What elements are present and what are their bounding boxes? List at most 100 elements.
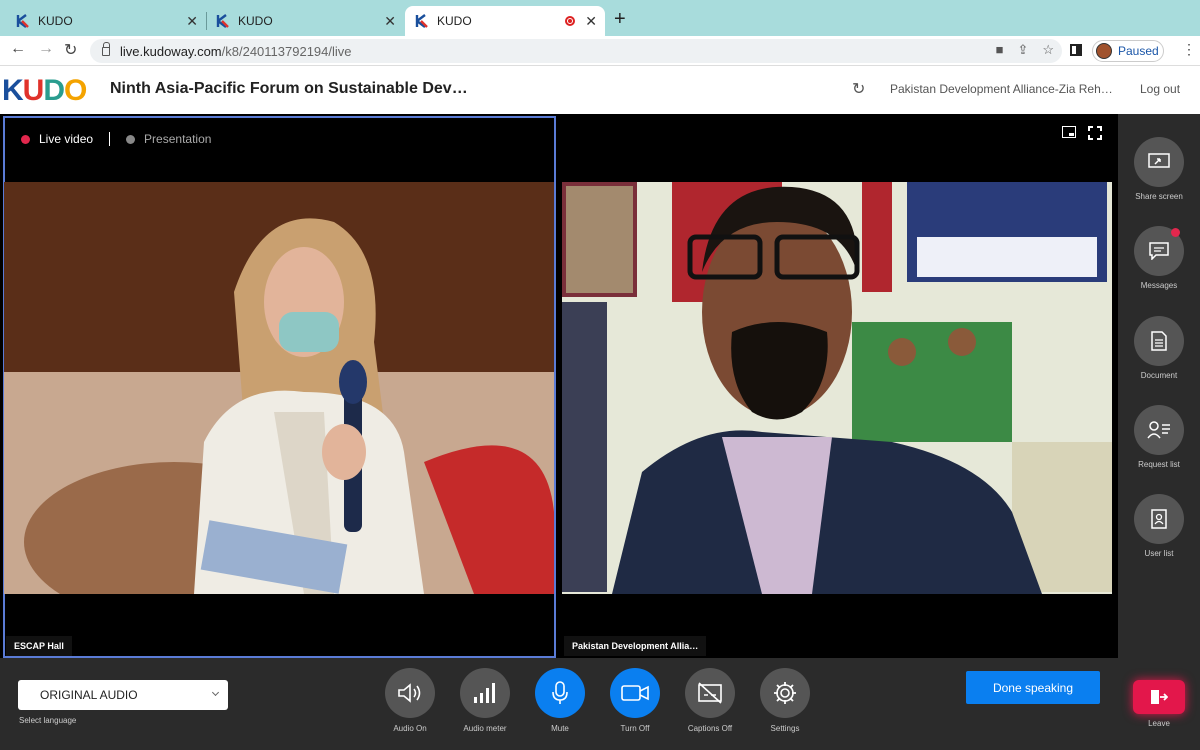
speaker-icon — [398, 683, 421, 703]
right-sidebar: Share screen Messages Document Request l… — [1118, 114, 1200, 750]
done-speaking-button[interactable]: Done speaking — [966, 671, 1100, 704]
language-label: Select language — [19, 716, 77, 725]
url-host: live.kudoway.com — [120, 43, 222, 59]
address-bar-icons: ■ ⇪ ☆ — [996, 42, 1054, 58]
request-list-icon[interactable] — [1134, 405, 1184, 455]
mode-divider — [109, 132, 111, 146]
control-label: Captions Off — [687, 724, 733, 733]
audio-on-control[interactable]: Audio On — [375, 668, 445, 733]
back-arrow-icon[interactable]: ← — [10, 40, 26, 58]
browser-tab-strip: KUDO ✕ KUDO ✕ KUDO ✕ + — [0, 0, 1200, 36]
unread-badge — [1171, 228, 1180, 237]
user-list-icon[interactable] — [1134, 494, 1184, 544]
tab-title: KUDO — [437, 14, 472, 28]
share-screen-icon[interactable] — [1134, 137, 1184, 187]
sidebar-item-request-list[interactable]: Request list — [1118, 405, 1200, 469]
mute-control[interactable]: Mute — [525, 668, 595, 733]
language-value: ORIGINAL AUDIO — [40, 688, 138, 702]
camera-blocked-icon[interactable]: ■ — [996, 42, 1004, 58]
sidebar-item-share-screen[interactable]: Share screen — [1118, 137, 1200, 201]
control-label: Mute — [551, 724, 569, 733]
presentation-dot-icon — [126, 134, 136, 144]
browser-toolbar: ← → ↻ live.kudoway.com/k8/240113792194/l… — [0, 36, 1200, 66]
browser-tab-2[interactable]: KUDO ✕ — [206, 6, 404, 36]
control-label: Turn Off — [620, 724, 650, 733]
sidebar-item-document[interactable]: Document — [1118, 316, 1200, 380]
browser-tab-3[interactable]: KUDO ✕ — [405, 6, 605, 36]
sidebar-item-messages[interactable]: Messages — [1118, 226, 1200, 290]
reload-icon[interactable]: ↻ — [64, 40, 77, 60]
refresh-icon[interactable]: ↻ — [852, 79, 865, 99]
browser-tab-1[interactable]: KUDO ✕ — [6, 6, 206, 36]
settings-button[interactable] — [760, 668, 810, 718]
avatar — [1096, 43, 1112, 59]
app-header: KUDO Ninth Asia-Pacific Forum on Sustain… — [0, 66, 1200, 114]
live-dot-icon — [21, 134, 30, 144]
captions-control[interactable]: Captions Off — [675, 668, 745, 733]
exit-door-icon — [1151, 690, 1168, 704]
forward-arrow-icon[interactable]: → — [38, 40, 54, 58]
close-tab-icon[interactable]: ✕ — [384, 13, 396, 30]
mute-button[interactable] — [535, 668, 585, 718]
participant-name-tag: Pakistan Development Allia… — [564, 636, 707, 656]
control-label: Audio meter — [463, 724, 507, 733]
kudo-favicon-icon — [216, 14, 229, 28]
share-icon[interactable]: ⇪ — [1017, 42, 1028, 58]
chevron-down-icon — [211, 688, 220, 697]
tab-title: KUDO — [38, 14, 73, 28]
speaker-video-image — [4, 182, 554, 594]
bookmark-star-icon[interactable]: ☆ — [1042, 42, 1054, 58]
language-select[interactable]: ORIGINAL AUDIO — [18, 680, 228, 710]
sidebar-label: Share screen — [1135, 192, 1183, 201]
sidebar-label: Messages — [1140, 281, 1178, 290]
bottom-control-bar: ORIGINAL AUDIO Select language Audio On … — [0, 658, 1118, 750]
kudo-favicon-icon — [16, 14, 29, 28]
audio-meter-control[interactable]: Audio meter — [450, 668, 520, 733]
sidebar-item-user-list[interactable]: User list — [1118, 494, 1200, 558]
camera-icon — [621, 685, 649, 701]
sidebar-label: Request list — [1138, 460, 1180, 469]
chat-icon[interactable] — [1134, 226, 1184, 276]
audio-meter-button[interactable] — [460, 668, 510, 718]
kudo-favicon-icon — [415, 14, 428, 28]
recording-icon — [565, 16, 575, 26]
leave-control[interactable]: Leave — [1118, 680, 1200, 728]
captions-off-icon — [698, 682, 722, 704]
lock-icon — [102, 41, 110, 56]
video-mode-switch: Live video Presentation — [21, 132, 211, 146]
leave-button[interactable] — [1133, 680, 1185, 714]
address-bar[interactable]: live.kudoway.com/k8/240113792194/live ■ … — [90, 39, 1062, 63]
fullscreen-icon[interactable] — [1088, 126, 1102, 140]
camera-control[interactable]: Turn Off — [600, 668, 670, 733]
new-tab-button[interactable]: + — [614, 8, 626, 31]
sidebar-label: Document — [1140, 371, 1178, 380]
settings-control[interactable]: Settings — [750, 668, 820, 733]
leave-label: Leave — [1148, 719, 1170, 728]
close-tab-icon[interactable]: ✕ — [186, 13, 198, 30]
url-path: /k8/240113792194/live — [221, 43, 352, 59]
captions-off-button[interactable] — [685, 668, 735, 718]
kudo-logo: KUDO — [2, 74, 87, 107]
document-icon[interactable] — [1134, 316, 1184, 366]
presentation-toggle[interactable]: Presentation — [126, 132, 211, 146]
floor-name-tag: ESCAP Hall — [6, 636, 72, 656]
close-tab-icon[interactable]: ✕ — [585, 13, 597, 30]
profile-button[interactable]: Paused — [1092, 40, 1164, 62]
turn-off-camera-button[interactable] — [610, 668, 660, 718]
picture-in-picture-icon[interactable] — [1062, 126, 1076, 138]
profile-status: Paused — [1118, 44, 1159, 58]
meeting-title: Ninth Asia-Pacific Forum on Sustainable … — [110, 80, 468, 97]
tab-title: KUDO — [238, 14, 273, 28]
sidebar-label: User list — [1144, 549, 1174, 558]
participant-name: Pakistan Development Alliance-Zia Reh… — [890, 82, 1113, 96]
control-label: Audio On — [393, 724, 427, 733]
participant-video-image — [562, 182, 1112, 594]
stage-tools — [1062, 126, 1102, 140]
side-panel-icon[interactable] — [1070, 44, 1082, 56]
video-feed-floor — [4, 182, 554, 594]
browser-menu-icon[interactable]: ⋮ — [1182, 41, 1196, 58]
live-video-toggle[interactable]: Live video — [21, 132, 93, 146]
signal-bars-icon — [474, 683, 495, 703]
logout-link[interactable]: Log out — [1140, 82, 1180, 96]
audio-on-button[interactable] — [385, 668, 435, 718]
